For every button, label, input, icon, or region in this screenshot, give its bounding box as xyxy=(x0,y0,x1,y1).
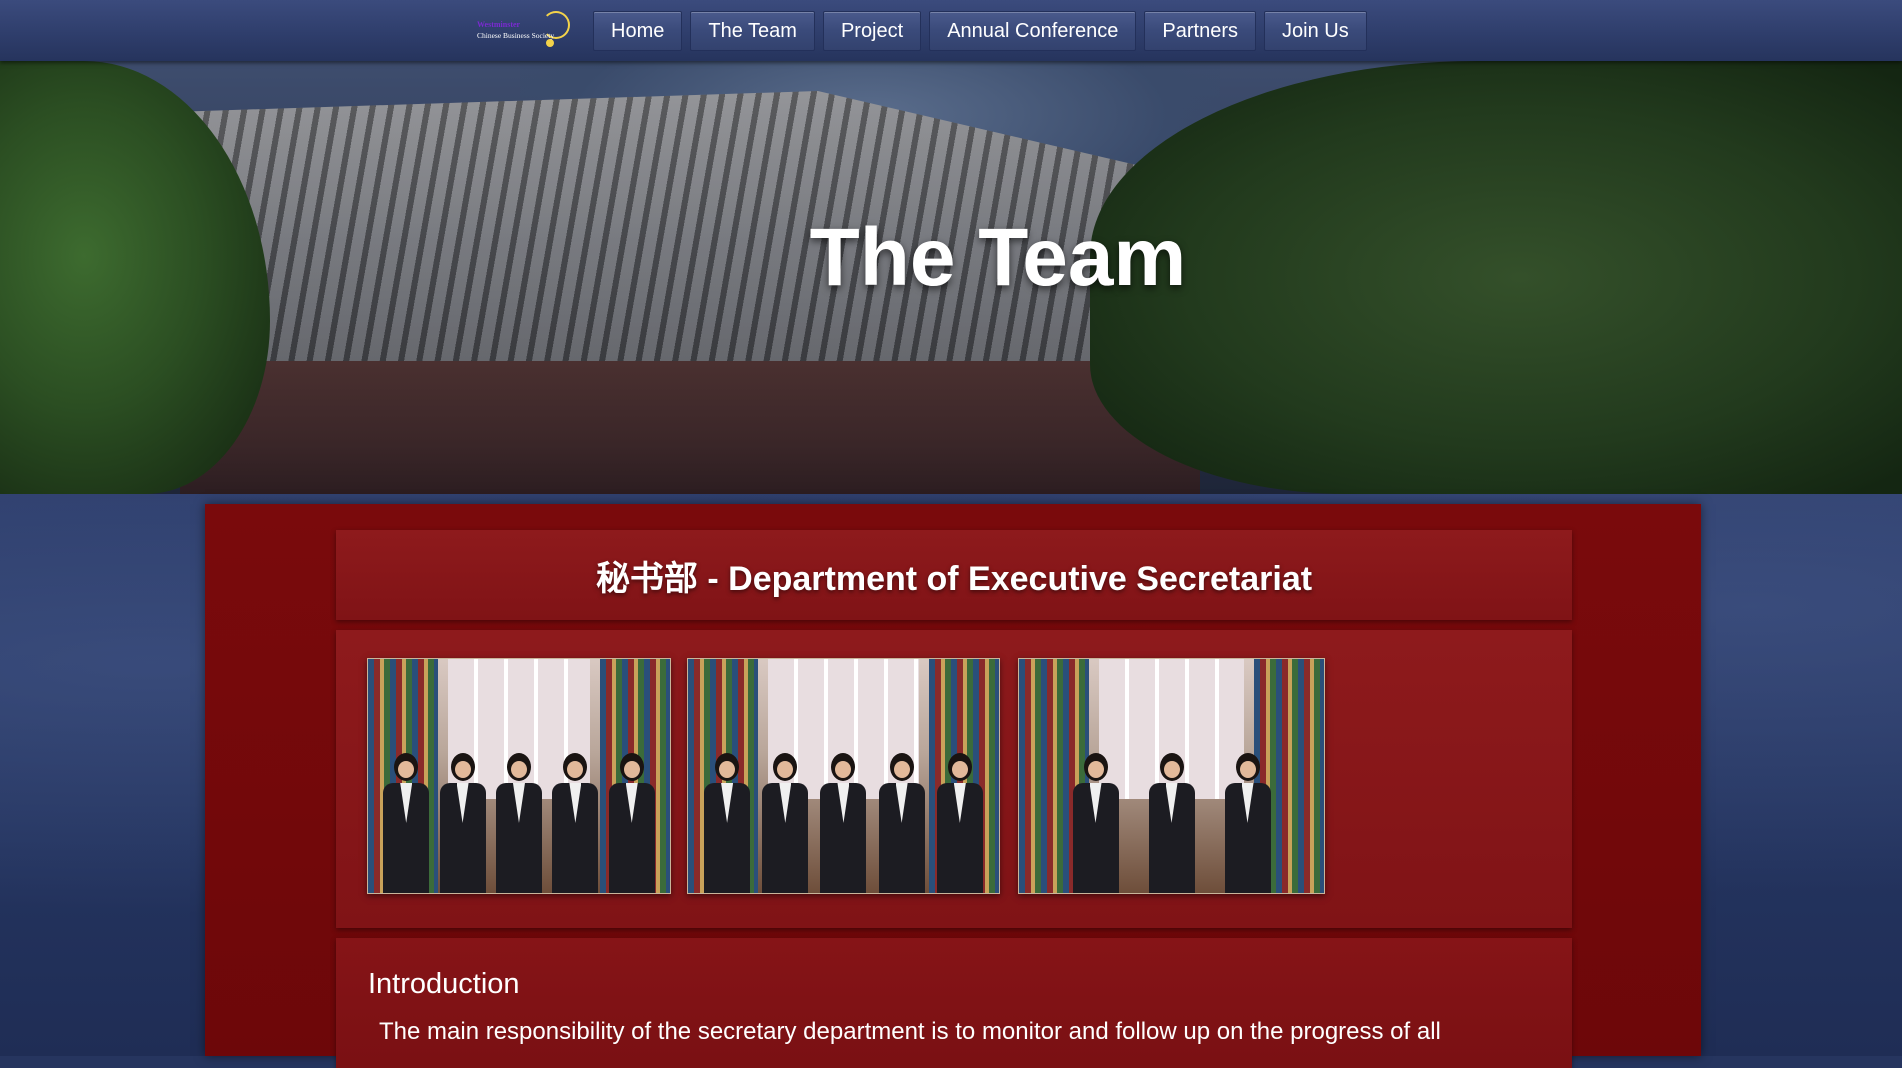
person xyxy=(878,753,925,893)
nav-home[interactable]: Home xyxy=(593,11,683,51)
content-panel: 秘书部 - Department of Executive Secretaria… xyxy=(205,504,1701,1068)
introduction-section: Introduction The main responsibility of … xyxy=(336,938,1572,1068)
introduction-heading: Introduction xyxy=(368,968,520,1000)
logo-text-line1: Westminster xyxy=(477,20,521,29)
top-navigation-bar: Westminster Chinese Business Society Hom… xyxy=(0,0,1902,61)
people-group xyxy=(698,743,989,893)
page-title: The Team xyxy=(809,212,1187,303)
person xyxy=(762,753,809,893)
lightbulb-base-icon xyxy=(546,39,554,47)
person xyxy=(608,753,655,893)
nav-annual-conference[interactable]: Annual Conference xyxy=(929,11,1137,51)
nav-partners[interactable]: Partners xyxy=(1144,11,1257,51)
person xyxy=(495,753,542,893)
person xyxy=(439,753,486,893)
person xyxy=(704,753,751,893)
hero-banner: The Team xyxy=(0,61,1902,494)
team-photo-3[interactable] xyxy=(1018,658,1325,894)
person xyxy=(383,753,430,893)
site-logo[interactable]: Westminster Chinese Business Society xyxy=(475,9,575,53)
team-photo-2[interactable] xyxy=(687,658,1000,894)
person xyxy=(820,753,867,893)
main-menu: Home The Team Project Annual Conference … xyxy=(593,11,1367,51)
department-title: 秘书部 - Department of Executive Secretaria… xyxy=(595,559,1313,598)
person xyxy=(1148,753,1195,893)
logo-text-line2: Chinese Business Society xyxy=(477,31,555,40)
department-header: 秘书部 - Department of Executive Secretaria… xyxy=(336,530,1572,620)
people-group xyxy=(378,743,660,893)
person xyxy=(1224,753,1271,893)
people-group xyxy=(1029,743,1314,893)
introduction-text: The main responsibility of the secretary… xyxy=(379,1018,1441,1045)
nav-the-team[interactable]: The Team xyxy=(690,11,815,51)
person xyxy=(552,753,599,893)
nav-join-us[interactable]: Join Us xyxy=(1264,11,1367,51)
team-photo-gallery xyxy=(336,630,1572,928)
hero-building-eave xyxy=(180,361,1200,494)
person xyxy=(1072,753,1119,893)
person xyxy=(936,753,983,893)
team-photo-1[interactable] xyxy=(367,658,671,894)
nav-project[interactable]: Project xyxy=(822,11,922,51)
